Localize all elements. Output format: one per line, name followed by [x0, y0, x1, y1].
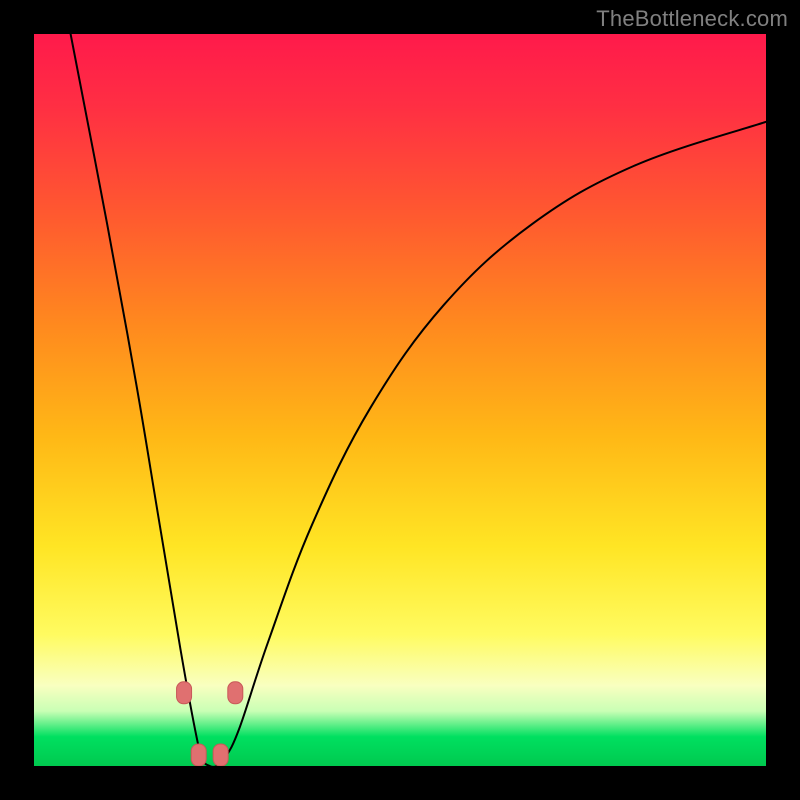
curve-marker-1	[191, 744, 206, 766]
bottleneck-curve	[71, 34, 766, 766]
curve-svg	[34, 34, 766, 766]
curve-marker-0	[177, 682, 192, 704]
chart-container: TheBottleneck.com	[0, 0, 800, 800]
watermark-text: TheBottleneck.com	[596, 6, 788, 32]
curve-marker-2	[213, 744, 228, 766]
curve-marker-3	[228, 682, 243, 704]
plot-area	[34, 34, 766, 766]
